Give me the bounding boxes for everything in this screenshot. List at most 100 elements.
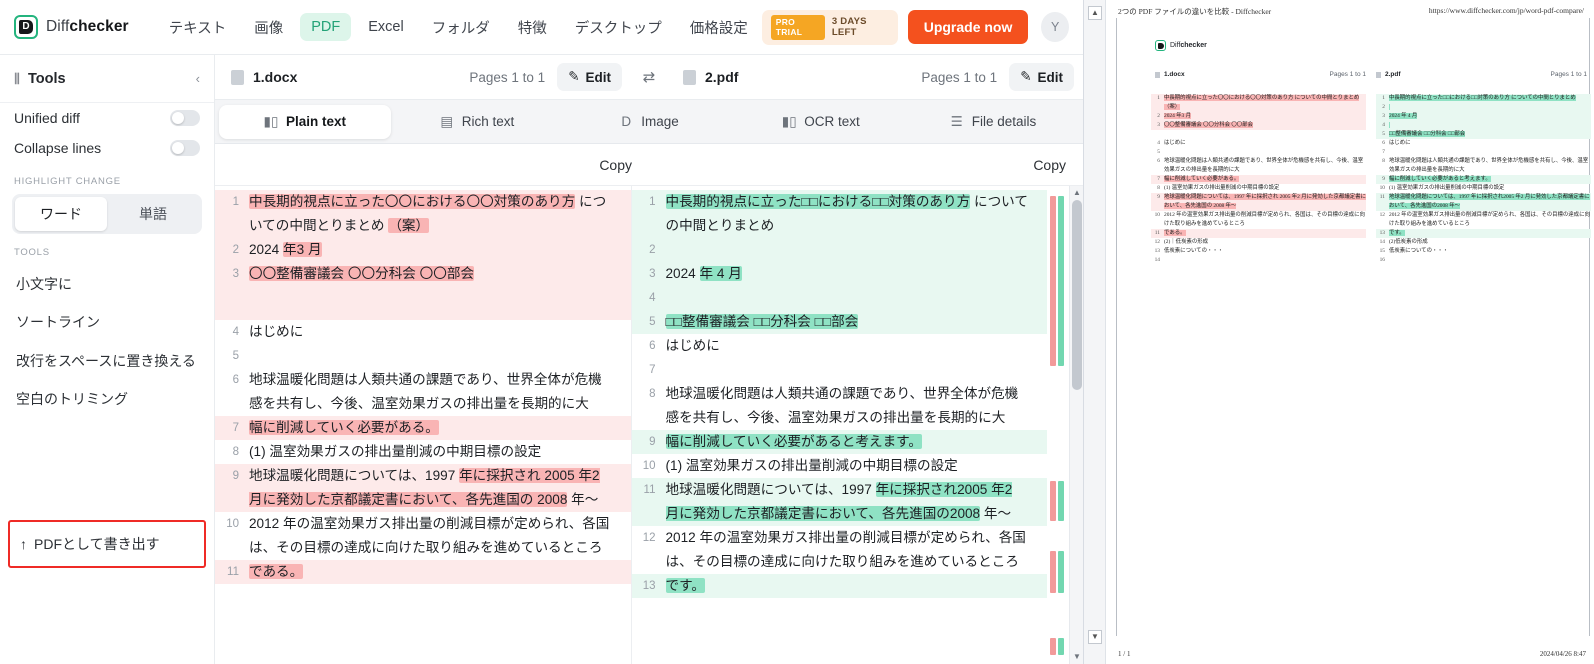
pro-trial-banner: PRO TRIAL 3 DAYS LEFT [761,9,898,45]
pdf-line-number: 4 [1382,122,1385,128]
preview-scroll-down-icon[interactable]: ▼ [1088,630,1102,644]
pdf-line-number: 7 [1382,149,1385,155]
diff-line-text: である。 [249,560,631,584]
tool-link-0[interactable]: 小文字に [12,265,202,303]
tool-link-3[interactable]: 空白のトリミング [12,380,202,418]
minimap-segment [1058,638,1064,655]
minimap-segment [1050,638,1056,655]
swap-files-icon[interactable]: ⇄ [631,55,667,99]
right-edit-button[interactable]: ✎ Edit [1009,63,1074,91]
pdf-content-frame: Diffchecker 1.docx Pages 1 to 1 2.pdf Pa… [1116,18,1591,636]
pdf-line-number: 5 [1157,149,1160,155]
line-number: 10 [226,518,239,530]
diff-plain: 2024 [249,242,284,257]
brand-logo[interactable]: D Diffchecker [14,15,129,39]
line-number: 6 [232,374,239,386]
pdf-line-text: 幅に削減していく必要がある。 [1164,175,1366,184]
top-navigation: D Diffchecker テキスト 画像 PDF Excel フォルダ 特徴 デスクトップ… [0,0,1083,55]
line-number: 12 [642,532,656,544]
preview-scroll-up-icon[interactable]: ▲ [1088,6,1102,20]
file-left: 1.docx Pages 1 to 1 ✎ Edit [215,55,631,99]
nav-item-1[interactable]: 画像 [243,11,294,44]
diff-plain: 2012 年の温室効果ガス排出量の削減目標が定められ、各国は、その目標の達成に向… [249,516,610,555]
diff-pane-left[interactable]: 1 中長期的視点に立った〇〇における〇〇対策のあり方 についての中間とりまとめ （… [215,186,632,664]
pdf-file-left: 1.docx Pages 1 to 1 [1155,71,1366,78]
copy-right: Copy [649,144,1083,185]
tab-plain-text[interactable]: ▮▯ Plain text [219,104,391,139]
diff-highlight: 年 4 月 [699,266,742,281]
line-number: 3 [649,268,656,280]
highlight-option-0[interactable]: ワード [15,197,107,231]
diff-line: 10 2012 年の温室効果ガス排出量の削減目標が定められ、各国は、その目標の達成… [215,512,631,560]
export-pdf-button[interactable]: ↑ PDFとして書き出す [12,524,202,564]
diff-line: 9 幅に削減していく必要があると考えます。 [631,430,1047,454]
toggle-switch-1[interactable] [170,140,200,156]
diff-line: 1 中長期的視点に立った〇〇における〇〇対策のあり方 についての中間とりまとめ （… [215,190,631,238]
upgrade-now-button[interactable]: Upgrade now [907,10,1029,44]
diff-line: 12 2012 年の温室効果ガス排出量の削減目標が定められ、各国は、その目標の達成… [632,526,1048,574]
pdf-line-span [1164,131,1165,137]
tools-title: Tools [27,70,66,87]
pdf-diff-line: 9 幅に削減していく必要があると考えます。 [1376,175,1591,184]
tools-header: ⫼ Tools ‹ [0,55,214,103]
copy-right-button[interactable]: Copy [1033,157,1066,173]
line-number: 11 [227,566,239,578]
toggle-switch-0[interactable] [170,110,200,126]
pdf-line-text: 低炭素についての・・・ [1164,247,1366,256]
diff-line: 9 地球温暖化問題については、1997 年に採択され 2005 年2 月に発効した… [215,464,631,512]
pdf-line-text: 地球温暖化問題は人類共通の課題であり、世界全体が危機感を共有し、今後、温室効果ガ… [1164,157,1366,175]
scroll-up-arrow[interactable]: ▲ [1070,186,1083,200]
export-pdf-highlight-box: ↑ PDFとして書き出す [8,520,206,568]
nav-item-2[interactable]: PDF [300,13,352,41]
diff-line-text: です。 [665,574,1048,598]
pdf-line-number: 9 [1382,176,1385,182]
diff-pane-right[interactable]: 1 中長期的視点に立った□□における□□対策のあり方 についての中間とりまとめ 2 3… [631,186,1048,664]
pdf-line-span [1389,149,1390,155]
preview-scroll-strip[interactable]: ▲ ▼ [1084,0,1106,664]
diff-highlight: 〇〇整備審議会 〇〇分科会 〇〇部会 [249,266,475,281]
tab-label: Plain text [285,114,347,129]
nav-item-6[interactable]: デスクトップ [564,11,673,44]
tool-link-2[interactable]: 改行をスペースに置き換える [12,342,202,380]
bars-icon: ▮▯ [263,113,279,129]
nav-item-7[interactable]: 価格設定 [679,11,759,44]
collapse-sidebar-icon[interactable]: ‹ [196,71,200,86]
diff-line-text [666,238,1048,262]
left-edit-button[interactable]: ✎ Edit [557,63,622,91]
pdf-line-text: 中長期的視点に立った〇〇における〇〇対策のあり方 についての中間とりまとめ （案… [1164,94,1366,112]
avatar[interactable]: Y [1041,12,1069,42]
pdf-line-number: 14 [1154,257,1160,263]
pdf-line-span: 2024 年 4 月 [1389,113,1418,119]
diff-line-text: はじめに [249,320,631,344]
scroll-down-arrow[interactable]: ▼ [1070,650,1083,664]
tool-link-1[interactable]: ソートライン [12,303,202,341]
nav-item-5[interactable]: 特徴 [507,11,558,44]
nav-item-3[interactable]: Excel [357,13,414,41]
pdf-diff-line: 1 中長期的視点に立った□□における□□対策のあり方 についての中間とりまとめ [1376,94,1591,103]
diff-scrollbar[interactable]: ▲ ▼ [1069,186,1083,664]
upload-arrow-icon: ↑ [20,536,27,552]
right-file-name: 2.pdf [705,69,739,85]
copy-left-button[interactable]: Copy [599,157,632,173]
pdf-line-span: 2012 年の温室効果ガス排出量の削減目標が定められ、各国は、その目標の達成に向… [1164,212,1365,227]
diff-minimap[interactable] [1047,186,1069,664]
tab-rich-text[interactable]: ▤ Rich text [391,105,563,139]
tab-ocr-text[interactable]: ▮▯ OCR text [735,105,907,139]
pdf-brand-bold: checker [1180,42,1207,49]
scrollbar-thumb[interactable] [1072,200,1082,390]
nav-item-0[interactable]: テキスト [158,11,238,44]
tab-file-details[interactable]: ☰ File details [907,105,1079,139]
pdf-diff-right: 1 中長期的視点に立った□□における□□対策のあり方 についての中間とりまとめ 2 … [1376,94,1591,265]
pdf-diff-line: 16 [1376,256,1591,265]
pdf-line-span: 中長期的視点に立った〇〇における〇〇対策のあり方 についての中間とりまとめ （案… [1164,95,1360,110]
logo-letter: D [19,20,33,34]
tab-image[interactable]: D Image [563,105,735,139]
pdf-diff-line: 7 幅に削減していく必要がある。 [1151,175,1366,184]
left-file-pages: Pages 1 to 1 [469,69,546,85]
file-icon [1155,71,1160,78]
pro-trial-badge: PRO TRIAL [770,14,825,40]
nav-item-4[interactable]: フォルダ [421,11,501,44]
pdf-line-text: (1) 温室効果ガスの排出量削減の中期目標の設定 [1164,184,1366,193]
highlight-option-1[interactable]: 単語 [107,197,199,231]
diff-line: 5 [215,344,631,368]
